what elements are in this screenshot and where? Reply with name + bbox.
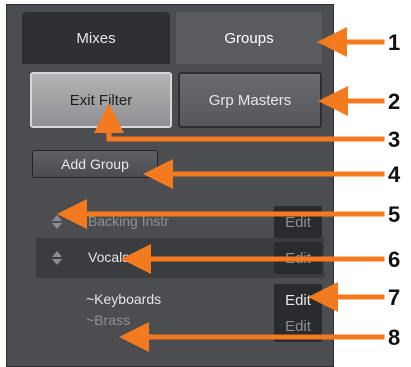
callout-number-5: 5 xyxy=(388,202,401,227)
callout-number-6: 6 xyxy=(388,247,401,272)
callout-arrows xyxy=(57,27,385,352)
callout-arrow-3 xyxy=(94,103,385,142)
callout-number-7: 7 xyxy=(388,285,401,310)
callout-number-4: 4 xyxy=(388,162,401,187)
callout-number-3: 3 xyxy=(388,127,401,152)
callout-number-8: 8 xyxy=(388,325,401,350)
callout-number-2: 2 xyxy=(388,89,401,114)
callout-number-1: 1 xyxy=(388,30,401,55)
